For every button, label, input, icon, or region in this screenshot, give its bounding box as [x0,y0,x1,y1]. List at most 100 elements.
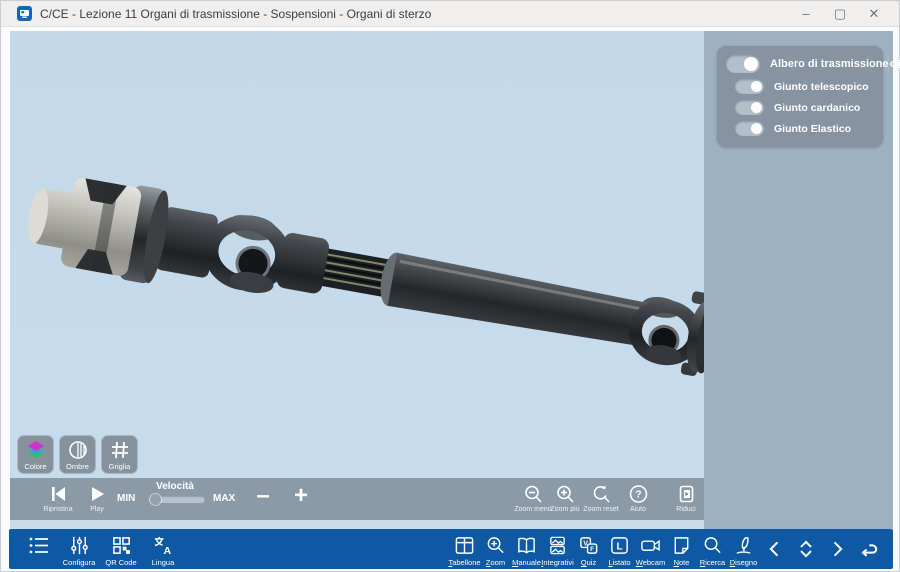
cardanico-label: Giunto cardanico [774,102,860,114]
nav-next-button[interactable] [821,536,852,562]
speed-max-label: MAX [213,493,235,504]
play-label: Play [90,506,104,513]
layer-row-albero[interactable]: Albero di trasmissione [726,55,874,73]
main-toolbar: Configura QR Code A Lingua [9,529,893,569]
maximize-button[interactable]: ▢ [823,3,857,25]
collapse-label: Riduci [676,506,695,513]
playback-control-bar: Ripristina Play Velocità MIN MAX – + Zoo… [10,478,704,520]
layer-row-telescopico[interactable]: Giunto telescopico [735,79,874,94]
albero-toggle[interactable] [726,55,760,73]
pen-draw-icon [733,535,754,556]
speed-min-label: MIN [117,493,135,504]
zoom-tool-button[interactable]: Zoom [480,535,511,567]
app-window: C/CE - Lezione 11 Organi di trasmissione… [0,0,900,572]
telescopico-label: Giunto telescopico [774,81,869,93]
zoom-in-label: Zoom più [550,506,579,513]
eye-icon[interactable] [889,58,900,70]
media-stack-icon [547,535,568,556]
video-camera-icon [640,535,661,556]
disegno-button[interactable]: Disegno [728,535,759,567]
magnifier-reset-icon [591,484,612,504]
speed-decrease-button[interactable]: – [248,486,278,506]
ripristina-label: Ripristina [43,506,72,513]
chevrons-up-down-icon [796,539,816,559]
telescopico-toggle[interactable] [735,79,764,94]
svg-text:L: L [616,542,622,553]
title-bar: C/CE - Lezione 11 Organi di trasmissione… [1,1,899,27]
tabellone-label: Tabellone [448,558,480,567]
ripristina-button[interactable]: Ripristina [38,484,78,513]
back-return-button[interactable] [852,536,883,562]
tabellone-button[interactable]: Tabellone [449,535,480,567]
qr-code-icon [111,535,132,556]
side-column: Albero di trasmissione Giunto telescopic… [704,31,893,529]
manuale-button[interactable]: Manuale [511,535,542,567]
collapse-panel-button[interactable]: Riduci [664,484,708,513]
close-button[interactable]: ✕ [857,3,891,25]
ricerca-label: Ricerca [700,558,725,567]
quiz-button[interactable]: V F Quiz [573,535,604,567]
speed-slider-knob[interactable] [150,494,161,505]
speed-increase-button[interactable]: + [286,486,316,506]
speed-slider[interactable] [149,496,205,503]
true-false-icon: V F [578,535,599,556]
disegno-label: Disegno [730,558,758,567]
listing-icon: L [609,535,630,556]
configura-button[interactable]: Configura [62,535,96,567]
board-panes-icon [454,535,475,556]
help-button[interactable]: ? Aiuto [616,484,660,513]
lingua-label: Lingua [152,558,175,567]
nav-expand-button[interactable] [790,536,821,562]
note-label: Note [674,558,690,567]
skip-start-icon [47,484,69,504]
layers-panel: Albero di trasmissione Giunto telescopic… [717,46,883,147]
note-page-icon [671,535,692,556]
elastico-toggle[interactable] [735,121,764,136]
albero-label: Albero di trasmissione [770,58,889,70]
ricerca-button[interactable]: Ricerca [697,535,728,567]
app-logo-icon [17,6,32,21]
chevron-right-icon [827,539,847,559]
magnifier-plus-icon [555,484,576,504]
note-button[interactable]: Note [666,535,697,567]
webcam-button[interactable]: Webcam [635,535,666,567]
return-arrow-icon [857,539,879,559]
zoom-tool-label: Zoom [486,558,505,567]
bulleted-list-icon [28,535,50,556]
colore-label: Colore [24,462,46,471]
grid-icon [110,439,130,461]
listato-button[interactable]: L Listato [604,535,635,567]
manuale-label: Manuale [512,558,541,567]
minimize-button[interactable]: – [789,3,823,25]
integrativi-button[interactable]: Integrativi [542,535,573,567]
magnifier-plus-icon [485,535,506,556]
svg-text:?: ? [635,489,641,501]
question-icon: ? [628,484,649,504]
qr-code-button[interactable]: QR Code [104,535,138,567]
ombre-label: Ombre [66,462,89,471]
listato-label: Listato [608,558,630,567]
colore-button[interactable]: Colore [17,435,54,474]
collapse-icon [676,484,697,504]
lingua-button[interactable]: A Lingua [146,535,180,567]
menu-list-button[interactable] [23,535,54,567]
layers-color-icon [25,439,47,461]
translate-icon: A [153,535,174,556]
play-button[interactable]: Play [77,484,117,513]
zoom-reset-label: Zoom reset [583,506,618,513]
svg-text:A: A [163,545,171,556]
shading-icon [68,439,88,461]
magnifier-minus-icon [523,484,544,504]
integrativi-label: Integrativi [541,558,574,567]
play-icon [86,484,108,504]
chevron-left-icon [765,539,785,559]
ombre-button[interactable]: Ombre [59,435,96,474]
nav-previous-button[interactable] [759,536,790,562]
layer-row-cardanico[interactable]: Giunto cardanico [735,100,874,115]
layer-row-elastico[interactable]: Giunto Elastico [735,121,874,136]
lingua-qr-label: QR Code [105,558,136,567]
svg-text:F: F [590,546,594,553]
cardanico-toggle[interactable] [735,100,764,115]
griglia-button[interactable]: Griglia [101,435,138,474]
viewer-canvas[interactable]: Colore Ombre Griglia [10,31,704,529]
